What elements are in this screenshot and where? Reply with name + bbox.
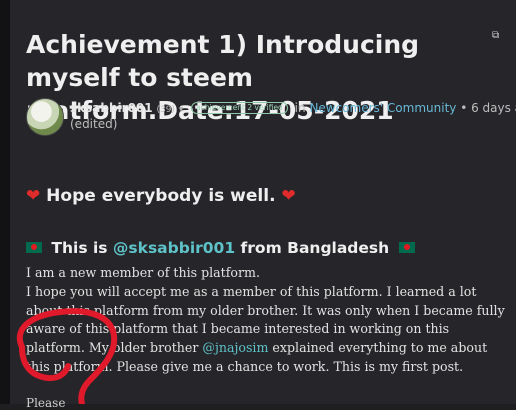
mention-link[interactable]: @jnajosim — [202, 340, 268, 355]
left-edge — [0, 0, 10, 404]
post-meta: sksabbir001 (39) ▾ achievement 2 verifie… — [70, 101, 516, 115]
heading-suffix: from Bangladesh — [240, 239, 390, 257]
screenshot-frame: Achievement 1) Introducing myself to ste… — [0, 0, 516, 410]
cut-off-line: Please — [26, 396, 66, 410]
body-line-1: I am a new member of this platform. — [26, 265, 260, 280]
achievement-badge: achievement 2 verified — [191, 102, 288, 114]
post-body: I am a new member of this platform. I ho… — [26, 264, 506, 377]
heading-prefix: This is — [51, 239, 108, 257]
intro-heading: This is @sksabbir001 from Bangladesh — [26, 239, 415, 257]
edited-label: (edited) — [70, 117, 118, 131]
body-paragraph: I hope you will accept me as a member of… — [26, 283, 506, 377]
author-link[interactable]: sksabbir001 — [70, 101, 153, 115]
bangladesh-flag-icon — [26, 242, 42, 253]
greeting-line: ❤ Hope everybody is well. ❤ — [26, 186, 296, 206]
in-label: in — [294, 101, 306, 115]
avatar[interactable] — [26, 98, 64, 136]
red-heart-icon: ❤ — [281, 186, 296, 206]
author-reputation: (39) — [156, 105, 175, 115]
author-mention-link[interactable]: @sksabbir001 — [113, 239, 235, 257]
community-link[interactable]: Newcomers' Community — [309, 101, 456, 115]
reblog-icon[interactable]: ⧉ — [492, 30, 502, 42]
greeting-text: Hope everybody is well. — [46, 186, 276, 206]
caret-down-icon[interactable]: ▾ — [179, 105, 184, 115]
bangladesh-flag-icon — [398, 242, 415, 253]
post-time: • 6 days ago — [460, 101, 516, 115]
red-heart-icon: ❤ — [26, 186, 41, 206]
